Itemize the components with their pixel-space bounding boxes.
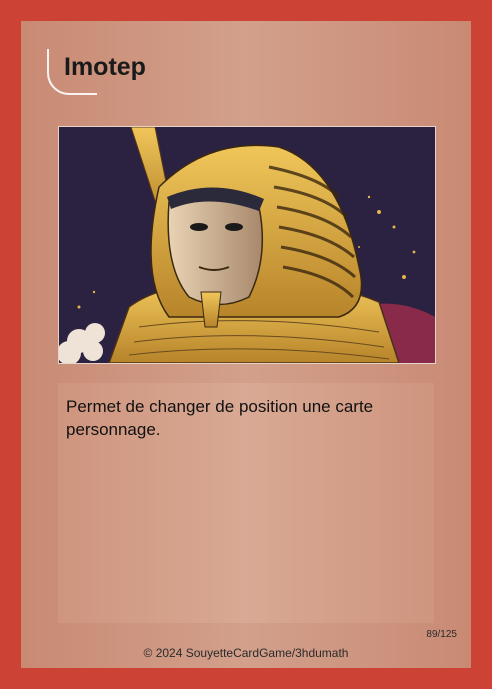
card-number: 89/125 bbox=[426, 629, 457, 640]
card-artwork bbox=[58, 126, 436, 364]
card-effect-text: Permet de changer de position une carte … bbox=[66, 397, 374, 439]
pharaoh-illustration bbox=[59, 127, 435, 363]
copyright-text: © 2024 SouyetteCardGame/3hdumath bbox=[143, 646, 349, 660]
effect-text-panel: Permet de changer de position une carte … bbox=[58, 383, 434, 623]
card-title: Imotep bbox=[64, 53, 146, 81]
card-inner-panel: Imotep Permet de changer de position une… bbox=[21, 21, 471, 668]
card: Imotep Permet de changer de position une… bbox=[0, 0, 492, 689]
